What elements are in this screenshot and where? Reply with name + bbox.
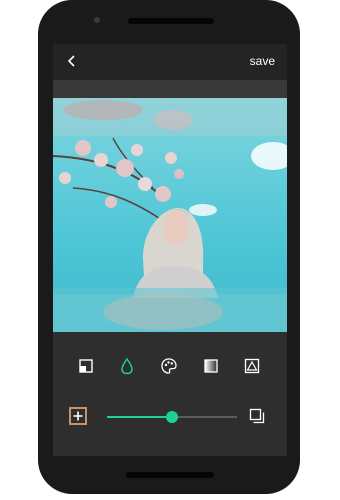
slider-fill — [107, 416, 172, 418]
chevron-left-icon[interactable] — [65, 54, 79, 68]
save-button[interactable]: save — [250, 54, 275, 68]
layers-icon[interactable] — [249, 408, 265, 424]
add-photo-icon[interactable] — [69, 407, 87, 425]
droplet-icon[interactable] — [118, 357, 136, 375]
intensity-slider[interactable] — [107, 411, 237, 423]
front-camera — [94, 17, 100, 23]
crop-icon[interactable] — [77, 357, 95, 375]
triangle-icon[interactable] — [243, 357, 261, 375]
tool-row — [53, 350, 287, 380]
gradient-icon[interactable] — [202, 357, 220, 375]
adjust-row — [53, 402, 287, 432]
bottom-speaker — [126, 472, 214, 478]
earpiece-speaker — [128, 18, 214, 24]
top-strip — [53, 80, 287, 98]
top-bar: save — [53, 44, 287, 80]
photo-preview — [53, 98, 287, 332]
slider-knob[interactable] — [166, 411, 178, 423]
palette-icon[interactable] — [160, 357, 178, 375]
app-screen: save — [53, 44, 287, 456]
phone-frame: save — [38, 0, 300, 494]
edited-photo — [53, 98, 287, 332]
